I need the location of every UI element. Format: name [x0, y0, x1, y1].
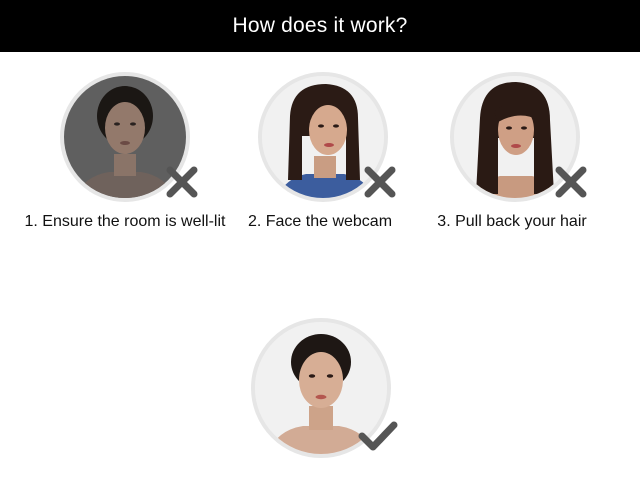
- page-title: How does it work?: [232, 14, 408, 37]
- step-caption-hair: 3. Pull back your hair: [437, 213, 587, 230]
- checkmark-icon: [358, 421, 398, 451]
- cross-icon: [364, 166, 396, 198]
- cross-icon: [555, 166, 587, 198]
- step-caption-face-webcam: 2. Face the webcam: [247, 213, 393, 230]
- cross-icon: [166, 166, 198, 198]
- header-bar: How does it work?: [0, 0, 640, 52]
- step-caption-lighting: 1. Ensure the room is well-lit: [24, 213, 226, 230]
